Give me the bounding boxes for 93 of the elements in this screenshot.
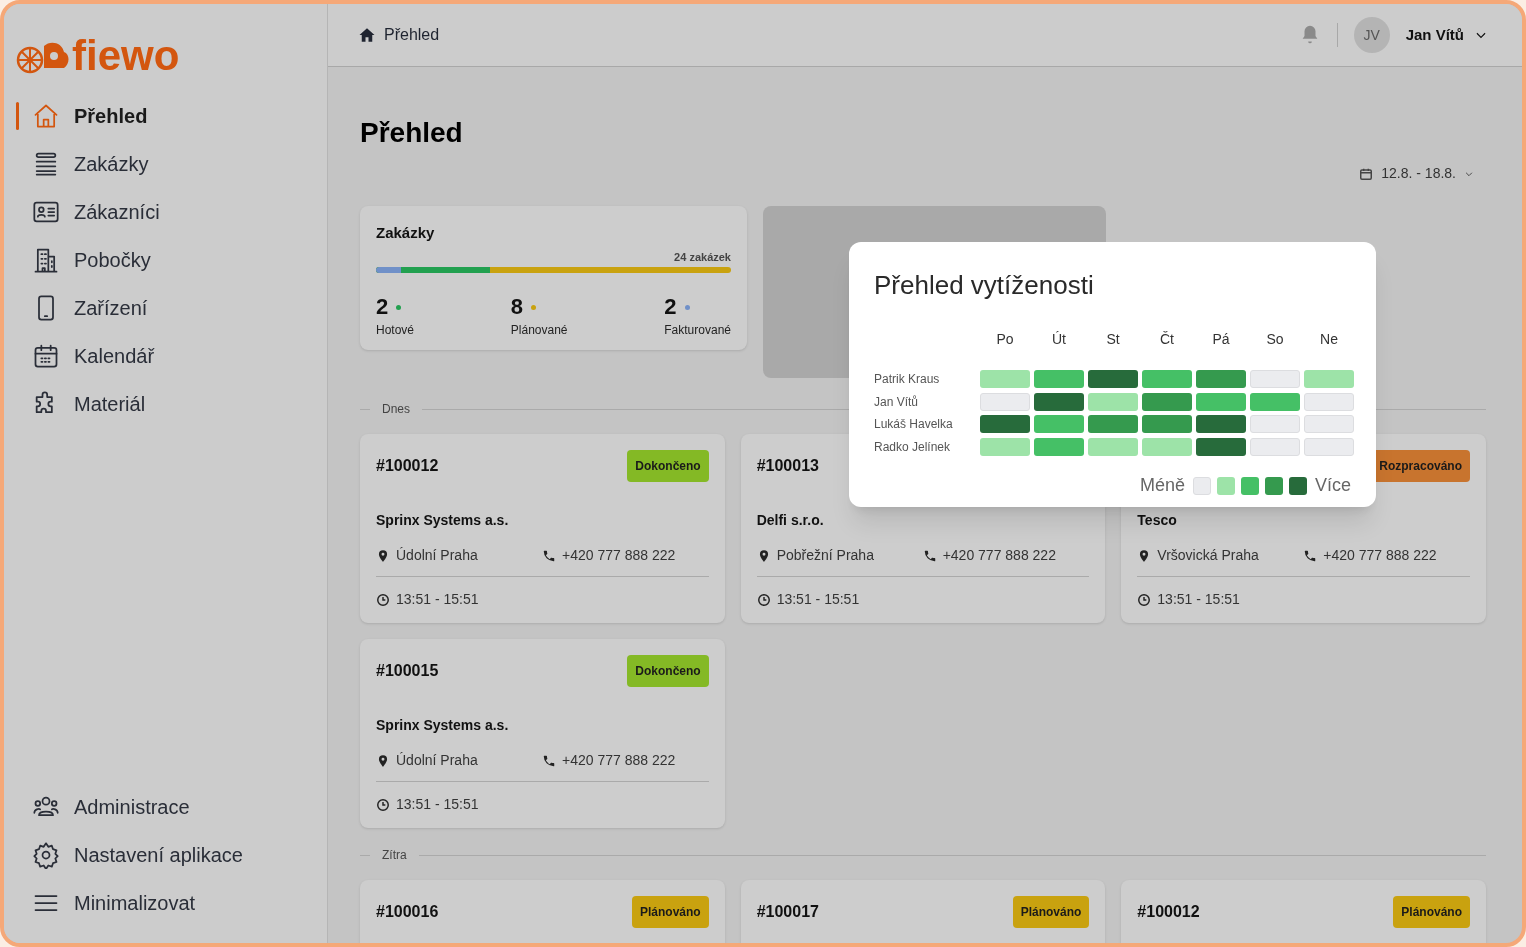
location-pin-icon <box>376 753 390 768</box>
order-number: #100016 <box>376 902 439 922</box>
status-label: Plánováno <box>1393 896 1470 928</box>
building-icon <box>32 246 60 274</box>
nav-item[interactable]: Minimalizovat <box>16 885 327 921</box>
status-label: Plánováno <box>631 896 709 928</box>
day-label: Pá <box>1211 330 1231 349</box>
settings-icon <box>32 841 60 869</box>
legend-swatch <box>1216 476 1235 495</box>
user-menu[interactable]: Jan Vítů <box>1405 23 1488 47</box>
nav-item[interactable]: Materiál <box>16 386 327 422</box>
legend-swatch <box>1264 476 1283 495</box>
nav-item[interactable]: Zákazníci <box>16 194 327 230</box>
day-label: Čt <box>1159 330 1175 349</box>
clock-icon <box>756 592 771 607</box>
time-range: 13:51 - 15:51 <box>776 590 860 609</box>
home-icon <box>358 26 376 44</box>
time-range: 13:51 - 15:51 <box>396 795 479 814</box>
card-title: Zakázky <box>376 223 436 243</box>
person-name: Lukáš Havelka <box>874 416 954 433</box>
status-label: Dokončeno <box>627 655 709 687</box>
address: Pobřežní Praha <box>776 546 875 565</box>
section-label: Zítra <box>382 847 407 864</box>
page-title: Přehled <box>360 116 464 150</box>
logo-text: fiewo <box>72 35 180 77</box>
person-name: Patrik Kraus <box>874 371 941 388</box>
phone-number: +420 777 888 222 <box>562 546 676 565</box>
phone-icon <box>1303 548 1318 563</box>
customer-name: Delfi s.r.o. <box>756 511 825 530</box>
stat-label: Plánované <box>510 322 568 339</box>
order-card[interactable]: #100016 Plánováno <box>360 880 725 943</box>
person-name: Jan Vítů <box>874 393 920 411</box>
legend-swatch <box>1240 476 1259 495</box>
order-card[interactable]: #100015 Dokončeno Sprinx Systems a.s. Údolní Praha +420 777 888 222 13:51 - 15:51 <box>360 639 725 828</box>
customer-name: Sprinx Systems a.s. <box>376 511 510 530</box>
location-pin-icon <box>376 548 390 563</box>
phone-number: +420 777 888 222 <box>562 751 676 770</box>
customer-name: Sprinx Systems a.s. <box>376 716 510 735</box>
nav-item[interactable]: Nastavení aplikace <box>16 837 327 873</box>
time-range: 13:51 - 15:51 <box>1157 590 1240 609</box>
user-avatar: JV <box>1353 17 1390 53</box>
calendar-icon <box>32 342 60 370</box>
status-label: Plánováno <box>1012 896 1090 928</box>
order-number: #100017 <box>756 902 819 922</box>
nav-item[interactable]: Pobočky <box>16 242 327 278</box>
nav-item[interactable]: Přehled <box>16 98 327 134</box>
legend-swatch <box>1288 476 1307 495</box>
order-card[interactable]: #100012 Dokončeno Sprinx Systems a.s. Údolní Praha +420 777 888 222 13:51 - 15:51 <box>360 434 725 623</box>
legend-label: Více <box>1314 474 1351 497</box>
day-label: Út <box>1051 330 1067 349</box>
time-range: 13:51 - 15:51 <box>396 590 479 609</box>
day-label: So <box>1265 330 1285 349</box>
address: Údolní Praha <box>396 546 479 565</box>
stat-value: 8 <box>510 295 524 319</box>
day-label: Ne <box>1319 330 1339 349</box>
stat-value: 2 <box>664 295 677 319</box>
stat-value: 2 <box>376 295 389 319</box>
phone-icon <box>542 753 556 768</box>
date-range-picker[interactable]: 12.8. - 18.8. <box>1359 163 1474 184</box>
nav-item[interactable]: Administrace <box>16 789 327 825</box>
nav-item[interactable]: Zakázky <box>16 146 327 182</box>
phone-icon <box>922 548 937 563</box>
order-card[interactable]: #100017 Plánováno <box>740 880 1106 943</box>
order-number: #100015 <box>376 661 439 681</box>
order-number: #100013 <box>756 456 819 476</box>
nav-item[interactable]: Kalendář <box>16 338 327 374</box>
status-label: Dokončeno <box>627 450 709 482</box>
stat-label: Fakturované <box>664 322 731 339</box>
section-label: Dnes <box>382 401 410 418</box>
legend-label: Méně <box>1139 474 1185 497</box>
popup-title: Přehled vytíženosti <box>874 269 1095 302</box>
clock-icon <box>376 797 390 812</box>
day-label: Po <box>995 330 1015 349</box>
phone-number: +420 777 888 222 <box>1323 546 1437 565</box>
customer-name: Tesco <box>1137 511 1178 530</box>
address: Údolní Praha <box>396 751 479 770</box>
stat-label: Hotové <box>376 322 415 339</box>
phone-icon <box>542 548 556 563</box>
order-number: #100012 <box>1137 902 1200 922</box>
calendar-icon <box>1359 166 1374 181</box>
clock-icon <box>1137 592 1152 607</box>
nav-item[interactable]: Zařízení <box>16 290 327 326</box>
person-name: Radko Jelínek <box>874 438 952 456</box>
order-card[interactable]: #100012 Plánováno <box>1121 880 1486 943</box>
address: Vršovická Praha <box>1157 546 1260 565</box>
order-number: #100012 <box>376 456 439 476</box>
day-label: St <box>1105 330 1121 349</box>
breadcrumb[interactable]: Přehled <box>384 23 440 47</box>
phone-number: +420 777 888 222 <box>942 546 1056 565</box>
legend-swatch <box>1192 476 1211 495</box>
home-icon <box>32 102 60 130</box>
total-count: 24 zakázek <box>674 249 731 265</box>
clock-icon <box>376 592 390 607</box>
